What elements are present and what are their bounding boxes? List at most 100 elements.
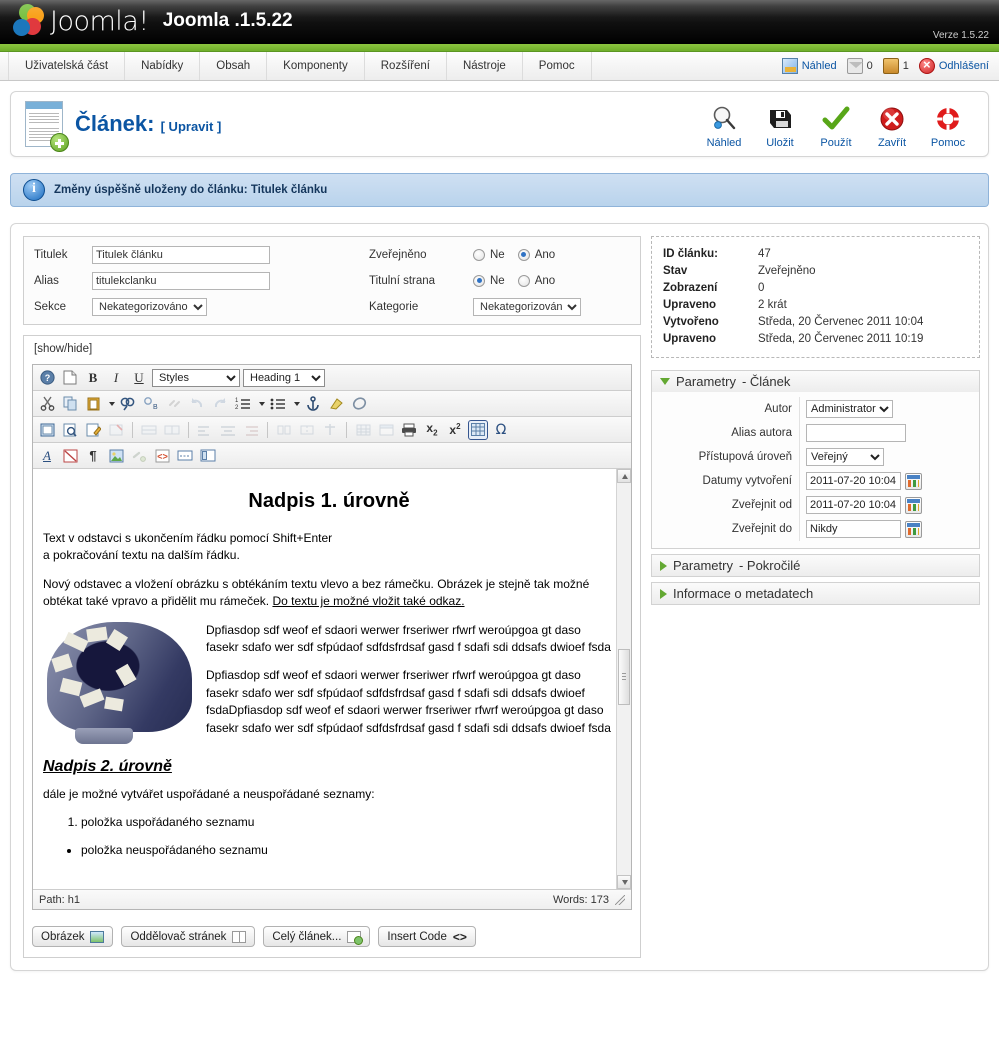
section-select[interactable]: Nekategorizováno — [92, 297, 207, 316]
clean-format-icon[interactable] — [326, 394, 346, 414]
menu-item-site[interactable]: Uživatelská část — [8, 52, 126, 80]
scroll-up-icon[interactable] — [617, 469, 631, 483]
ordered-list-dropdown-icon[interactable] — [256, 394, 265, 414]
special-character-icon[interactable]: Ω — [491, 420, 511, 440]
created-date-input[interactable] — [806, 472, 901, 490]
unordered-list-icon[interactable] — [268, 394, 288, 414]
toolbar-help-button[interactable]: Pomoc — [922, 100, 974, 149]
anchor-icon[interactable] — [303, 394, 323, 414]
frontpage-no-radio[interactable] — [473, 274, 485, 287]
underline-icon[interactable]: U — [129, 368, 149, 388]
publish-start-input[interactable] — [806, 496, 901, 514]
published-no-radio[interactable] — [473, 248, 485, 261]
article-fields: Titulek Alias Sekce Nekategorizováno — [23, 236, 641, 325]
alias-input[interactable] — [92, 271, 270, 290]
content-image[interactable] — [47, 621, 192, 744]
content-inline-link[interactable]: Do textu je možné vložit také odkaz. — [272, 594, 464, 608]
meta-key: Vytvořeno — [663, 316, 719, 328]
edit-source-icon[interactable] — [83, 420, 103, 440]
toolbar-apply-button[interactable]: Použít — [810, 100, 862, 149]
style-props-icon[interactable]: A — [37, 446, 57, 466]
insert-pagebreak-button[interactable]: Oddělovač stránek — [121, 926, 256, 947]
print-icon[interactable] — [399, 420, 419, 440]
toggle-guidelines-icon[interactable] — [468, 419, 488, 440]
scrollbar-thumb[interactable] — [618, 649, 630, 705]
content-ordered-item: položka uspořádaného seznamu — [81, 814, 615, 831]
bold-icon[interactable]: B — [83, 368, 103, 388]
insert-layer-icon[interactable] — [198, 446, 218, 466]
fullscreen-icon[interactable] — [37, 420, 57, 440]
editor-canvas-wrapper: Nadpis 1. úrovně Text v odstavci s ukonč… — [33, 469, 631, 889]
title-input[interactable] — [92, 245, 270, 264]
published-yes-radio[interactable] — [517, 248, 530, 261]
author-select[interactable]: Administrator — [806, 400, 893, 418]
eraser-icon[interactable] — [349, 394, 369, 414]
superscript-icon[interactable]: x2 — [445, 420, 465, 440]
logout-link[interactable]: Odhlášení — [918, 57, 989, 74]
toolbar-preview-button[interactable]: Náhled — [698, 100, 750, 149]
calendar-icon[interactable] — [905, 520, 922, 538]
insert-code-icon[interactable]: <> — [152, 446, 172, 466]
paste-dropdown-icon[interactable] — [106, 394, 115, 414]
preview-document-icon[interactable] — [60, 420, 80, 440]
resize-grip-icon[interactable] — [615, 894, 625, 905]
accordion-header-advanced-params[interactable]: Parametry - Pokročilé — [652, 555, 979, 576]
format-select[interactable]: Heading 1 — [243, 368, 325, 387]
messages-indicator[interactable]: 0 — [846, 58, 873, 74]
copy-icon[interactable] — [60, 394, 80, 414]
menu-item-help[interactable]: Pomoc — [523, 52, 592, 80]
editor-scrollbar[interactable] — [616, 469, 631, 889]
category-select[interactable]: Nekategorizováno — [473, 297, 581, 316]
scroll-down-icon[interactable] — [617, 875, 631, 889]
new-document-icon[interactable] — [60, 368, 80, 388]
insert-readmore-button[interactable]: Celý článek... — [263, 926, 371, 947]
accordion-header-metadata-info[interactable]: Informace o metadatech — [652, 583, 979, 604]
table-props-icon — [320, 420, 340, 440]
insert-code-button[interactable]: Insert Code <> — [378, 926, 476, 947]
toolbar-save-label: Uložit — [766, 136, 794, 149]
styles-select[interactable]: Styles — [152, 368, 240, 387]
editor-canvas[interactable]: Nadpis 1. úrovně Text v odstavci s ukonč… — [33, 469, 631, 889]
italic-icon[interactable]: I — [106, 368, 126, 388]
meta-row: ID článku: 47 — [663, 246, 968, 263]
insert-image-button[interactable]: Obrázek — [32, 926, 114, 947]
status-message-text: Změny úspěšně uloženy do článku: Titulek… — [54, 184, 328, 196]
menu-item-content[interactable]: Obsah — [200, 52, 268, 80]
toolbar-save-button[interactable]: Uložit — [754, 100, 806, 149]
showhide-toggle[interactable]: [show/hide] — [24, 336, 640, 364]
online-users-indicator[interactable]: 1 — [882, 58, 909, 74]
meta-value: Středa, 20 Červenec 2011 10:04 — [758, 316, 924, 328]
menu-item-extensions[interactable]: Rozšíření — [365, 52, 447, 80]
subscript-icon[interactable]: x2 — [422, 420, 442, 440]
find-replace-icon[interactable]: B — [141, 394, 161, 414]
find-icon[interactable] — [118, 394, 138, 414]
cut-icon[interactable] — [37, 394, 57, 414]
access-select[interactable]: Veřejný — [806, 448, 884, 466]
author-alias-input[interactable] — [806, 424, 906, 442]
created-label: Datumy vytvoření — [652, 469, 800, 493]
content-unordered-item: položka neuspořádaného seznamu — [81, 842, 615, 859]
insert-image-icon[interactable] — [106, 446, 126, 466]
unordered-list-dropdown-icon[interactable] — [291, 394, 300, 414]
toolbar-close-button[interactable]: Zavřít — [866, 100, 918, 149]
publish-finish-value-wrap — [800, 520, 922, 538]
calendar-icon[interactable] — [905, 472, 922, 490]
paste-icon[interactable] — [83, 394, 103, 414]
ordered-list-icon[interactable]: 12 — [233, 394, 253, 414]
accordion-header-article-params[interactable]: Parametry - Článek — [652, 371, 979, 392]
publish-finish-input[interactable] — [806, 520, 901, 538]
menu-item-components[interactable]: Komponenty — [267, 52, 365, 80]
menu-item-tools[interactable]: Nástroje — [447, 52, 523, 80]
menu-item-menus[interactable]: Nabídky — [125, 52, 201, 80]
insert-col-before-icon — [162, 420, 182, 440]
section-label: Sekce — [34, 300, 66, 313]
horizontal-rule-icon[interactable] — [175, 446, 195, 466]
preview-link[interactable]: Náhled — [781, 58, 837, 74]
param-row-publish-start: Zveřejnit od — [652, 493, 979, 517]
editor-toolbar-row-1: ? B I U Styles Heading 1 — [33, 365, 631, 391]
show-invisible-chars-icon[interactable]: ¶ — [83, 446, 103, 466]
remove-formatting-icon[interactable] — [60, 446, 80, 466]
calendar-icon[interactable] — [905, 496, 922, 514]
frontpage-yes-radio[interactable] — [517, 274, 530, 287]
help-icon[interactable]: ? — [37, 368, 57, 388]
